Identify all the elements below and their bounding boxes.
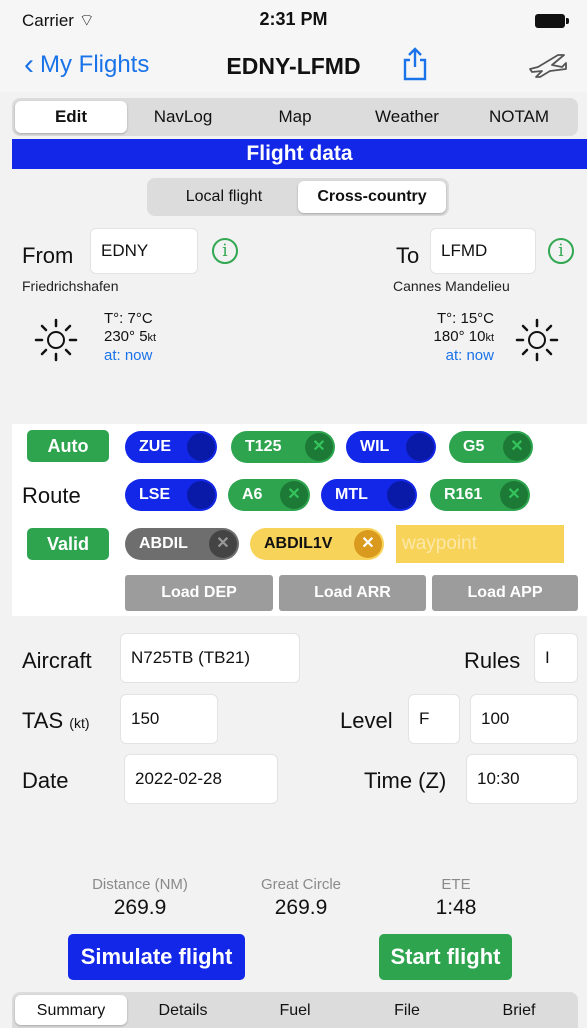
mode-cross-country[interactable]: Cross-country — [298, 181, 446, 213]
tas-label: TAS (kt) — [22, 708, 90, 733]
bottom-tabs: Summary Details Fuel File Brief — [12, 992, 578, 1028]
distance-value: 269.9 — [113, 896, 167, 919]
mode-local[interactable]: Local flight — [150, 181, 298, 213]
to-wind: 180° 10kt — [433, 328, 494, 345]
share-icon[interactable] — [402, 47, 428, 81]
tab-fuel[interactable]: Fuel — [239, 995, 351, 1025]
auto-route-button[interactable]: Auto — [27, 430, 109, 462]
close-icon[interactable]: ✕ — [209, 530, 237, 558]
simulate-flight-button[interactable]: Simulate flight — [68, 934, 245, 980]
nav-title: EDNY-LFMD — [226, 53, 361, 79]
route-label: Route — [22, 483, 81, 508]
sun-icon — [515, 318, 559, 362]
nav-bar: ‹ My Flights EDNY-LFMD — [0, 44, 587, 92]
close-icon[interactable]: ✕ — [406, 433, 434, 461]
flight-mode-selector: Local flight Cross-country — [147, 178, 449, 216]
tab-map[interactable]: Map — [239, 101, 351, 133]
tab-weather[interactable]: Weather — [351, 101, 463, 133]
battery-icon — [535, 14, 569, 28]
aircraft-label: Aircraft — [22, 648, 92, 673]
from-field[interactable]: EDNY — [90, 228, 198, 274]
to-info-icon[interactable]: i — [548, 238, 574, 264]
rules-label: Rules — [464, 648, 521, 673]
to-airport-name: Cannes Mandelieu — [393, 278, 510, 294]
tab-brief[interactable]: Brief — [463, 995, 575, 1025]
from-wx-time: at: now — [104, 347, 153, 364]
from-info-icon[interactable]: i — [212, 238, 238, 264]
time-label: Time (Z) — [364, 768, 447, 793]
date-field[interactable]: 2022-02-28 — [124, 754, 278, 804]
close-icon[interactable]: ✕ — [187, 433, 215, 461]
from-wind: 230° 5kt — [104, 328, 157, 345]
great-circle-label: Great Circle — [260, 876, 342, 893]
load-dep-button[interactable]: Load DEP — [125, 575, 273, 611]
ete-label: ETE — [441, 876, 471, 893]
load-app-button[interactable]: Load APP — [432, 575, 578, 611]
distance-label: Distance (NM) — [92, 876, 188, 893]
close-icon[interactable]: ✕ — [305, 433, 333, 461]
to-label: To — [396, 243, 420, 268]
close-icon[interactable]: ✕ — [280, 481, 308, 509]
route-chip[interactable]: R161 ✕ — [430, 479, 530, 511]
to-field[interactable]: LFMD — [430, 228, 536, 274]
route-chip[interactable]: MTL ✕ — [321, 479, 417, 511]
time-field[interactable]: 10:30 — [466, 754, 578, 804]
tab-edit[interactable]: Edit — [15, 101, 127, 133]
route-chip[interactable]: ZUE ✕ — [125, 431, 217, 463]
to-wx-time: at: now — [445, 347, 494, 364]
status-bar: Carrier ⌔ 2:31 PM — [0, 0, 587, 44]
from-weather: T°: 7°C 230° 5kt at: now — [104, 310, 156, 365]
route-chip[interactable]: LSE ✕ — [125, 479, 217, 511]
waypoint-input[interactable]: waypoint — [396, 525, 564, 563]
to-weather: T°: 15°C 180° 10kt at: now — [414, 310, 494, 365]
close-icon[interactable]: ✕ — [354, 530, 382, 558]
great-circle-value: 269.9 — [274, 896, 328, 919]
from-temp: T°: 7°C — [104, 310, 153, 327]
sun-icon — [34, 318, 78, 362]
to-temp: T°: 15°C — [436, 310, 494, 327]
tab-details[interactable]: Details — [127, 995, 239, 1025]
route-chip[interactable]: ABDIL ✕ — [125, 528, 239, 560]
ete-stat: ETE 1:48 — [406, 876, 506, 920]
date-label: Date — [22, 768, 69, 793]
airplane-icon[interactable] — [528, 51, 568, 79]
distance-stat: Distance (NM) 269.9 — [70, 876, 210, 920]
route-chip[interactable]: A6 ✕ — [228, 479, 310, 511]
tab-navlog[interactable]: NavLog — [127, 101, 239, 133]
tas-field[interactable]: 150 — [120, 694, 218, 744]
close-icon[interactable]: ✕ — [500, 481, 528, 509]
great-circle-stat: Great Circle 269.9 — [236, 876, 366, 920]
aircraft-field[interactable]: N725TB (TB21) — [120, 633, 300, 683]
route-chip[interactable]: T125 ✕ — [231, 431, 335, 463]
tab-summary[interactable]: Summary — [15, 995, 127, 1025]
from-label: From — [22, 243, 74, 268]
rules-field[interactable]: I — [534, 633, 578, 683]
tab-notam[interactable]: NOTAM — [463, 101, 575, 133]
valid-button[interactable]: Valid — [27, 528, 109, 560]
close-icon[interactable]: ✕ — [503, 433, 531, 461]
tab-file[interactable]: File — [351, 995, 463, 1025]
status-time: 2:31 PM — [259, 9, 328, 29]
route-chip[interactable]: G5 ✕ — [449, 431, 533, 463]
load-arr-button[interactable]: Load ARR — [279, 575, 426, 611]
ete-value: 1:48 — [435, 896, 477, 919]
level-type-field[interactable]: F — [408, 694, 460, 744]
route-chip[interactable]: WIL ✕ — [346, 431, 436, 463]
section-title: Flight data — [12, 139, 587, 169]
close-icon[interactable]: ✕ — [187, 481, 215, 509]
route-chip[interactable]: ABDIL1V ✕ — [250, 528, 384, 560]
top-tabs: Edit NavLog Map Weather NOTAM — [12, 98, 578, 136]
level-field[interactable]: 100 — [470, 694, 578, 744]
close-icon[interactable]: ✕ — [387, 481, 415, 509]
start-flight-button[interactable]: Start flight — [379, 934, 512, 980]
from-airport-name: Friedrichshafen — [22, 278, 119, 294]
level-label: Level — [340, 708, 393, 733]
